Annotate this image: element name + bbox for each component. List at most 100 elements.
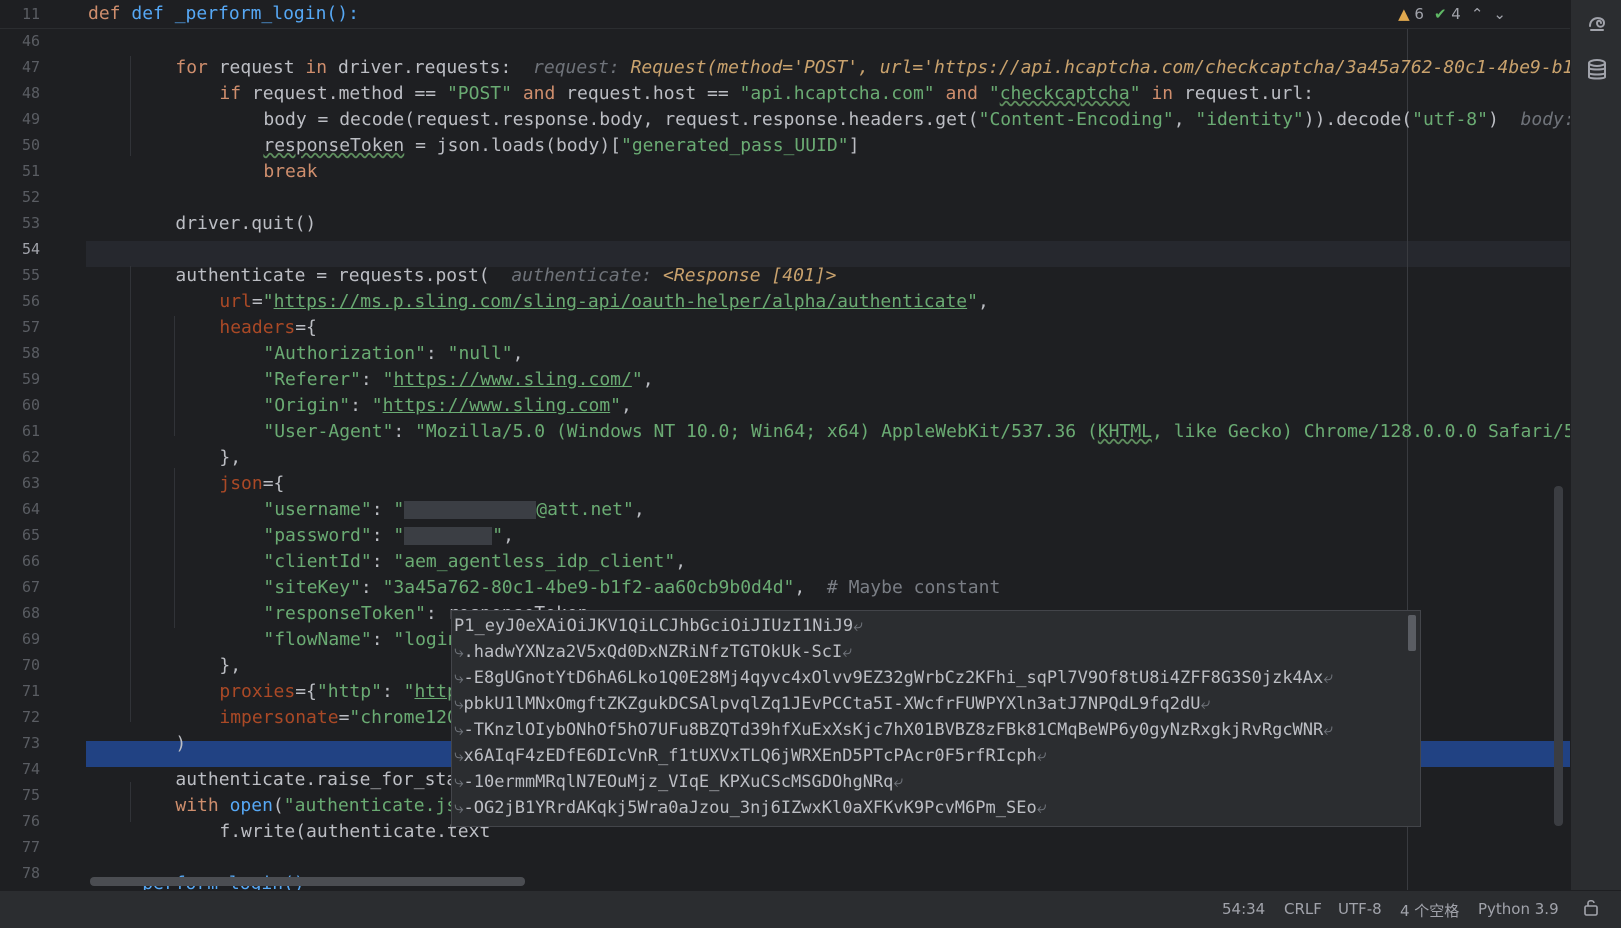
code-line[interactable]: "siteKey": "3a45a762-80c1-4be9-b1f2-aa60… (220, 549, 1000, 598)
line-separator[interactable]: CRLF (1284, 900, 1322, 918)
popup-line[interactable]: P1_eyJ0eXAiOiJKV1QiLCJhbGciOiJIUzI1NiJ9⤶ (452, 613, 863, 639)
code-line[interactable]: headers={ (176, 289, 317, 338)
code-line[interactable]: authenticate.raise_for_status (132, 741, 489, 790)
popup-line[interactable]: ⤷-10ermmMRqlN7EOuMjz_VIqE_KPXuCScMSGDOhg… (452, 769, 903, 795)
popup-scrollbar[interactable] (1408, 615, 1416, 651)
lock-icon[interactable] (1582, 898, 1600, 920)
line-number: 69 (21, 630, 40, 648)
line-number: 77 (21, 838, 40, 856)
code-line[interactable]: responseToken = json.loads(body)["genera… (220, 107, 859, 156)
indent-guide (174, 316, 175, 436)
code-line[interactable]: "Authorization": "null", (220, 315, 523, 364)
code-line[interactable]: "flowName": "login" (220, 601, 469, 650)
code-line[interactable]: }, (176, 627, 241, 676)
code-line[interactable]: "User-Agent": "Mozilla/5.0 (Windows NT 1… (220, 393, 1570, 442)
inspection-widget[interactable]: ▲ 6 ✔ 4 ⌃ ⌄ (1398, 5, 1506, 23)
line-number: 61 (21, 422, 40, 440)
database-icon[interactable] (1583, 58, 1611, 86)
code-line[interactable]: json={ (176, 445, 284, 494)
line-number: 46 (21, 32, 40, 50)
code-line[interactable]: with open("authenticate.json" (132, 767, 489, 816)
code-line[interactable]: url="https://ms.p.sling.com/sling-api/oa… (176, 263, 988, 312)
chevron-down-icon[interactable]: ⌄ (1493, 5, 1506, 23)
code-token: , (642, 369, 654, 390)
line-number: 60 (21, 396, 40, 414)
code-line[interactable]: "clientId": "aem_agentless_idp_client", (220, 523, 686, 572)
code-token: ) (1487, 109, 1521, 130)
code-token: "Mozilla/5.0 (Windows NT 10.0; Win64; x6… (415, 421, 1098, 442)
check-icon: ✔ (1433, 5, 1447, 23)
weak-warning-count-value: 4 (1451, 5, 1461, 23)
popup-line[interactable]: ⤷pbkU1lMNxOmgftZKZgukDCSAlpvqlZq1JEvPCCt… (452, 691, 1210, 717)
code-token: "generated_pass_UUID" (621, 135, 849, 156)
popup-line[interactable]: ⤷-OG2jB1YRrdAKqkj5Wra0aJzou_3nj6IZwxKl0a… (452, 795, 1046, 821)
code-line[interactable]: "username": " @att.net", (220, 471, 644, 520)
indent-setting[interactable]: 4 个空格 (1400, 900, 1459, 921)
line-number: 51 (21, 162, 40, 180)
line-number: 54 (21, 240, 40, 258)
line-number: 67 (21, 578, 40, 596)
code-token: , (977, 291, 989, 312)
warning-icon: ▲ (1398, 5, 1410, 23)
code-token: : (371, 629, 394, 650)
code-line[interactable]: "Origin": "https://www.sling.com", (220, 367, 632, 416)
line-number: 75 (21, 786, 40, 804)
weak-warning-count[interactable]: ✔ 4 (1434, 5, 1461, 23)
line-number: 64 (21, 500, 40, 518)
ai-assistant-icon[interactable] (1583, 10, 1611, 38)
code-line[interactable]: impersonate="chrome120" (176, 679, 468, 728)
line-number: 59 (21, 370, 40, 388)
indent-guide (174, 468, 175, 628)
code-line[interactable]: authenticate = requests.post( authentica… (132, 237, 836, 286)
line-number: 76 (21, 812, 40, 830)
code-token: : (393, 421, 416, 442)
code-token: @att.net" (536, 499, 634, 520)
vertical-scrollbar[interactable] (1554, 486, 1563, 826)
file-encoding[interactable]: UTF-8 (1338, 900, 1382, 918)
code-token: )).decode( (1303, 109, 1413, 130)
line-number: 74 (21, 760, 40, 778)
code-line[interactable]: _perform_login() (88, 845, 304, 890)
popup-line[interactable]: ⤷.hadwYXNza2V5xQd0DxNZRiNfzTGTOkUk-ScI⤶ (452, 639, 852, 665)
code-line[interactable]: f.write(authenticate.text (176, 793, 490, 842)
line-number: 72 (21, 708, 40, 726)
warning-count[interactable]: ▲ 6 (1398, 5, 1424, 23)
code-line[interactable]: "Referer": "https://www.sling.com/", (220, 341, 653, 390)
horizontal-scrollbar[interactable] (90, 877, 525, 886)
code-line[interactable]: break (220, 133, 317, 182)
url-link[interactable]: https://ms.p.sling.com/sling-api/oauth-h… (274, 291, 968, 312)
line-number: 68 (21, 604, 40, 622)
code-line[interactable]: }, (176, 419, 241, 468)
chevron-up-icon[interactable]: ⌃ (1471, 5, 1484, 23)
python-interpreter[interactable]: Python 3.9 (1478, 900, 1559, 918)
code-line[interactable]: for request in driver.requests: request:… (132, 29, 1570, 78)
code-token: "utf-8" (1412, 109, 1488, 130)
line-number: 53 (21, 214, 40, 232)
popup-line[interactable]: ⤷x6AIqF4zEDfE6DIcVnR_f1tUXVxTLQ6jWRXEnD5… (452, 743, 1046, 769)
code-line[interactable]: if request.method == "POST" and request.… (176, 55, 1314, 104)
line-number: 11 (21, 5, 40, 23)
code-line[interactable]: "responseToken": responseToken, (220, 575, 599, 624)
code-token: , like Gecko) Chrome/128.0.0.0 Safari/53… (1152, 421, 1570, 442)
code-line[interactable]: body = decode(request.response.body, req… (220, 81, 1570, 130)
line-number: 49 (21, 110, 40, 128)
popup-line[interactable]: ⤷-E8gUGnotYtD6hA6Lko1Q0E28Mj4qyvc4xOlvv9… (452, 665, 1333, 691)
sticky-scope-header[interactable]: 11 def def _perform_login(): (0, 0, 1570, 29)
code-token: " (967, 291, 978, 312)
code-token: , (633, 499, 645, 520)
value-popup[interactable]: P1_eyJ0eXAiOiJKV1QiLCJhbGciOiJIUzI1NiJ9⤶… (451, 610, 1421, 827)
caret-position[interactable]: 54:34 (1222, 900, 1265, 918)
popup-line[interactable]: ⤷-TKnzlOIybONhOf5hO7UFu8BZQTd39hfXuExXsK… (452, 717, 1333, 743)
code-token: , (794, 577, 827, 598)
code-line[interactable]: ) (132, 705, 186, 754)
code-line[interactable]: proxies={"http": "http:// (176, 653, 490, 702)
sticky-code: def def _perform_login(): (88, 3, 359, 24)
code-token: = (338, 707, 350, 728)
line-number: 57 (21, 318, 40, 336)
code-line[interactable]: driver.quit() (132, 185, 316, 234)
code-token: " (631, 369, 643, 390)
line-number: 48 (21, 84, 40, 102)
code-line[interactable]: "password": " ", (220, 497, 514, 546)
line-number: 66 (21, 552, 40, 570)
code-editor[interactable]: 46 47 48 49 50 51 52 53 54 55 56 57 58 5… (0, 0, 1570, 890)
